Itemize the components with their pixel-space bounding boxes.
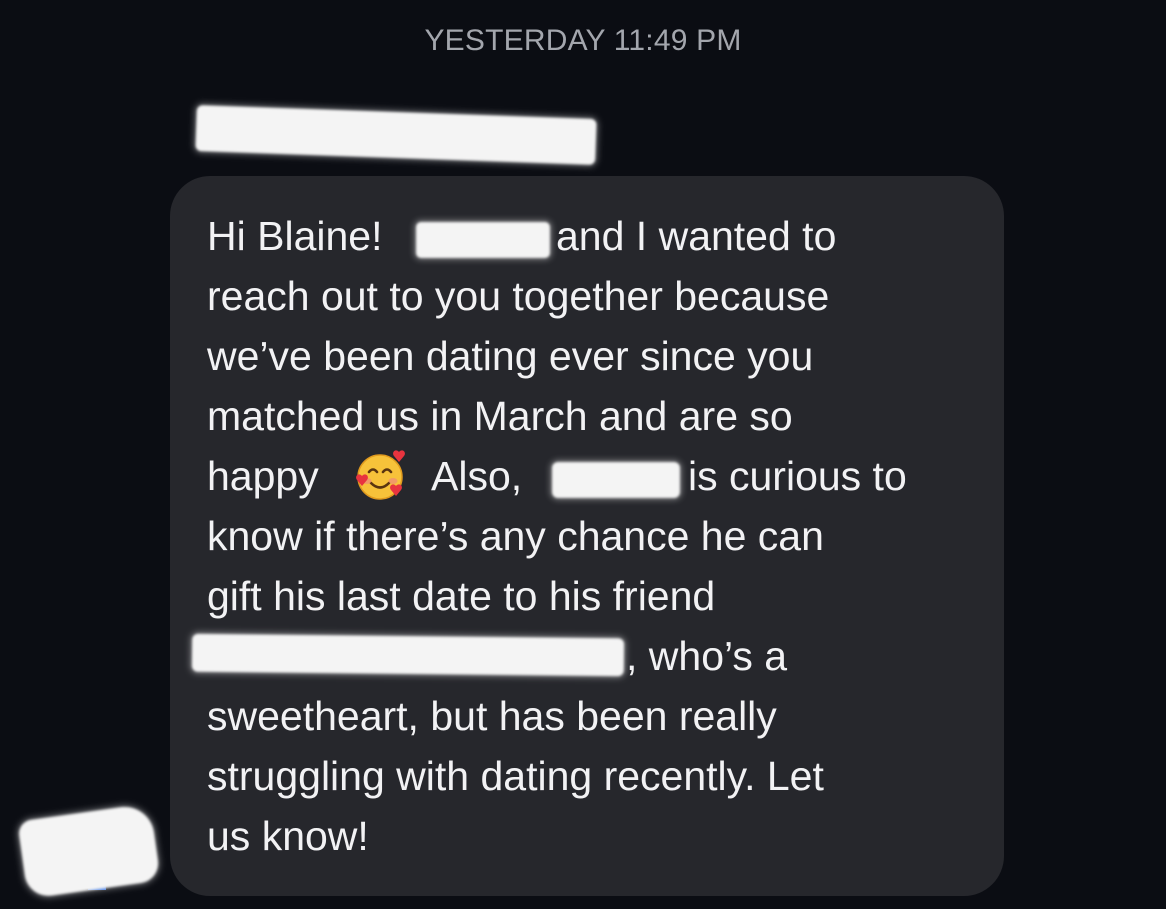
name-redaction-3: [191, 633, 625, 677]
message-line-6: know if there’s any chance he can: [207, 513, 824, 559]
name-redaction-2: [552, 462, 680, 498]
message-line-8: , who’s a: [626, 633, 788, 679]
message-line-4: matched us in March and are so: [207, 393, 793, 439]
name-redaction-1: [416, 222, 550, 258]
message-line-7: gift his last date to his friend: [207, 573, 716, 619]
message-line-1a: Hi Blaine!: [207, 213, 394, 259]
message-line-10: struggling with dating recently. Let: [207, 753, 824, 799]
message-line-9: sweetheart, but has been really: [207, 693, 777, 739]
smiling-face-with-hearts-icon: [356, 450, 405, 500]
message-line-2: reach out to you together because: [207, 273, 830, 319]
message-timestamp: YESTERDAY 11:49 PM: [424, 24, 742, 57]
message-line-3: we’ve been dating ever since you: [207, 333, 814, 379]
sender-name-redacted: [195, 105, 597, 165]
message-line-5a: happy: [207, 453, 331, 499]
message-line-5b: Also,: [431, 453, 523, 499]
message-line-5c: is curious to: [688, 453, 907, 499]
message-line-1b: and I wanted to: [556, 213, 837, 259]
avatar-redacted[interactable]: [17, 803, 161, 899]
message-line-11: us know!: [207, 813, 369, 859]
